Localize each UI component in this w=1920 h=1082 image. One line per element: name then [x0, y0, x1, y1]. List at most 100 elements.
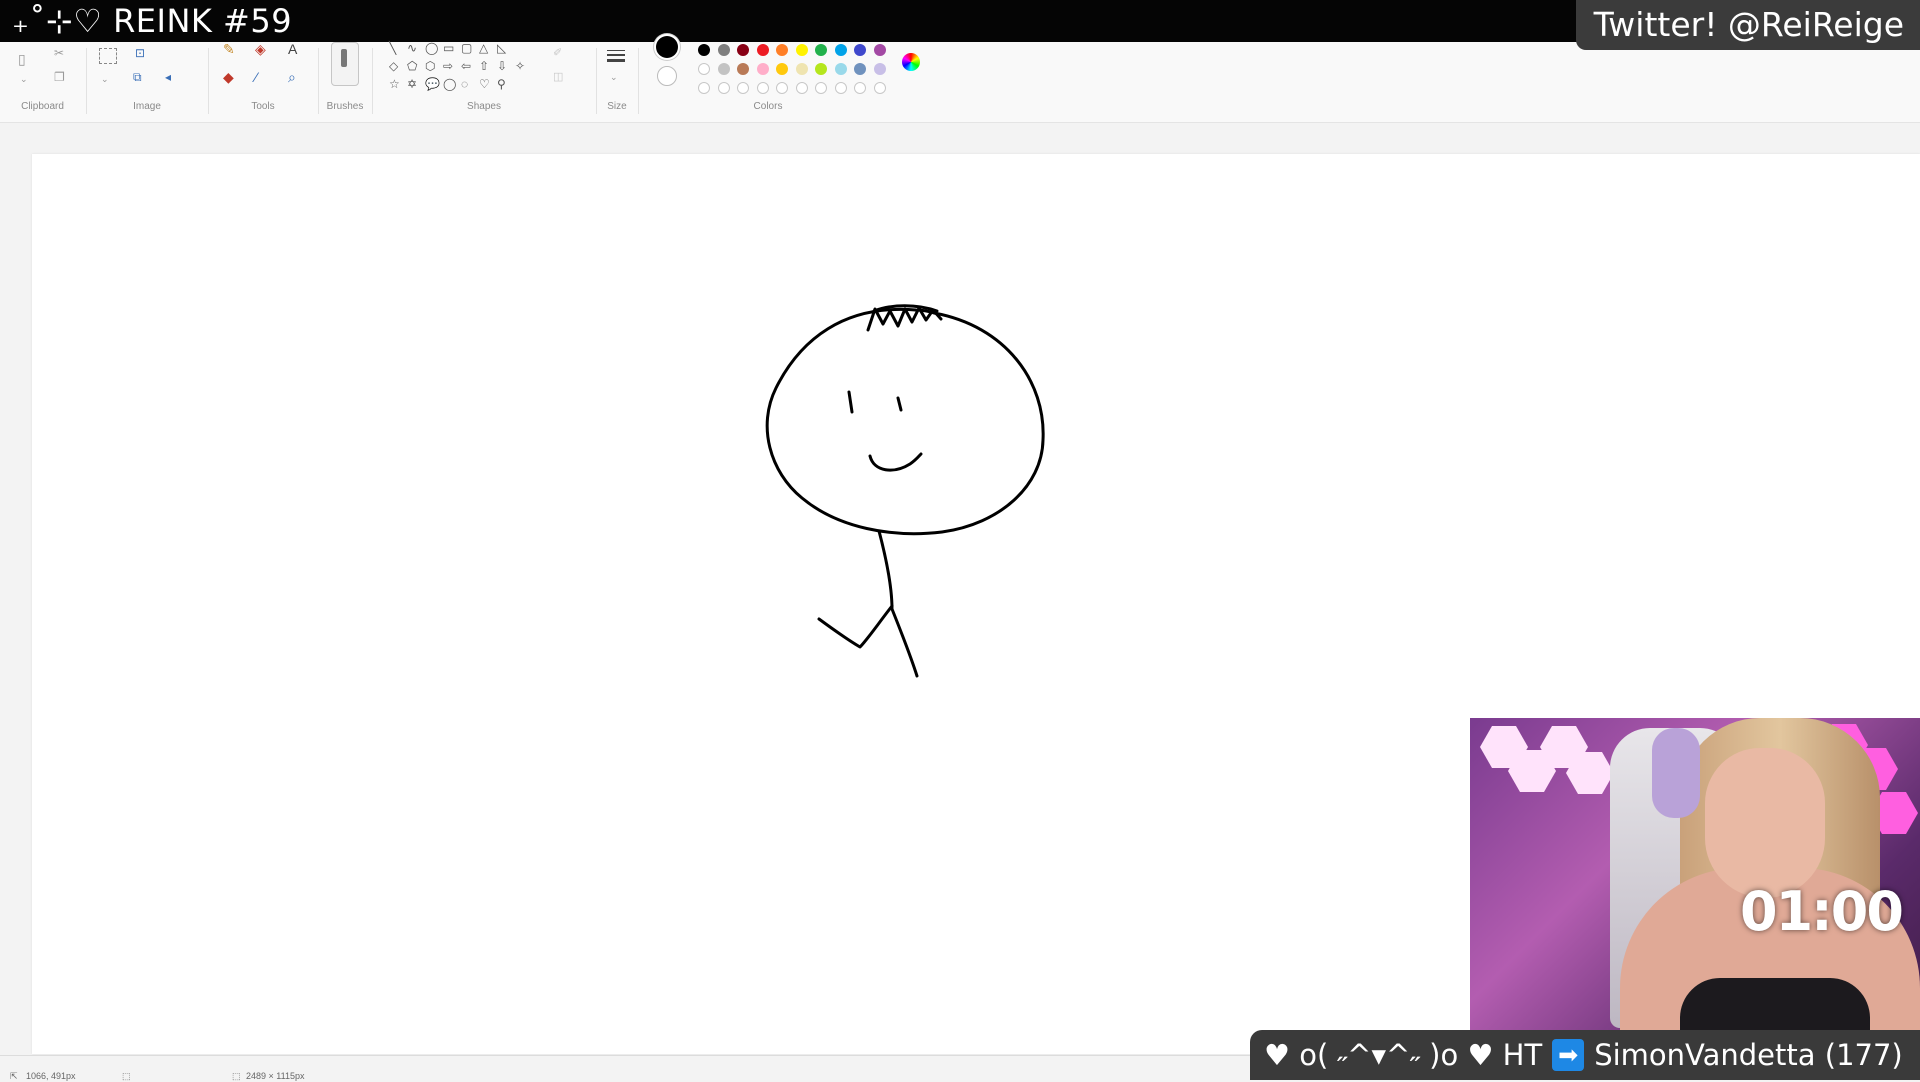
rotate-icon[interactable]: ◂ — [165, 70, 171, 84]
tools-group: ✎ ◈ A ◆ ⁄ ⌕ Tools — [209, 42, 317, 122]
color-swatch[interactable] — [854, 63, 866, 75]
shape-icon[interactable]: ⇦ — [461, 60, 471, 72]
edit-colors-icon[interactable] — [902, 53, 920, 71]
color-swatch[interactable] — [737, 63, 749, 75]
left-eye — [847, 390, 854, 414]
shape-icon[interactable]: ⇨ — [443, 60, 453, 72]
custom-color-slot[interactable] — [873, 82, 886, 94]
color-swatch[interactable] — [756, 63, 769, 75]
magnifier-icon[interactable]: ⌕ — [288, 70, 296, 84]
custom-color-slot[interactable] — [717, 82, 730, 94]
shape-icon[interactable]: ∿ — [407, 42, 417, 54]
shape-icon[interactable]: ╲ — [389, 42, 396, 54]
leg-left — [817, 604, 894, 649]
shape-icon[interactable]: ⇩ — [497, 60, 507, 72]
color-palette — [698, 42, 898, 94]
custom-color-slot[interactable] — [698, 82, 710, 94]
fill-style-icon[interactable]: ◫ — [553, 70, 563, 84]
shape-icon[interactable]: ⬡ — [425, 60, 435, 72]
follower-ticker: ♥ o( ˶^▾^˶ )o ♥ HT ➡ SimonVandetta (177) — [1250, 1030, 1920, 1080]
color-swatch[interactable] — [873, 63, 886, 75]
custom-color-slot[interactable] — [737, 82, 749, 94]
size-dropdown-icon[interactable]: ⌄ — [610, 70, 618, 84]
shape-icon[interactable]: ☆ — [389, 78, 400, 90]
colors-group: Colors — [639, 36, 939, 122]
color-swatch[interactable] — [795, 44, 808, 56]
shape-icon[interactable]: ✧ — [515, 60, 525, 72]
color-swatch[interactable] — [717, 63, 730, 75]
group-label-brushes: Brushes — [326, 101, 364, 112]
shape-icon[interactable]: ◯ — [443, 78, 456, 90]
shape-icon[interactable]: ▭ — [443, 42, 454, 54]
outline-icon[interactable]: ✐ — [553, 46, 562, 60]
color-swatch[interactable] — [776, 44, 788, 56]
clipboard-group: ▯ ✂ ❐ ⌄ Clipboard — [0, 42, 85, 122]
shape-icon[interactable]: ▢ — [461, 42, 472, 54]
shape-icon[interactable]: ⬠ — [407, 60, 417, 72]
color-swatch[interactable] — [834, 63, 847, 75]
brush-icon[interactable] — [331, 42, 359, 86]
custom-color-slot[interactable] — [854, 82, 866, 94]
color-swatch[interactable] — [737, 44, 749, 56]
color-swatch[interactable] — [717, 44, 730, 56]
head-outline — [765, 307, 1045, 536]
shapes-gallery[interactable]: ╲ ∿ ◯ ▭ ▢ △ ◺ ◇ ⬠ ⬡ ⇨ ⇦ ⇧ ⇩ ✧ ☆ ✡ 💬 ◯ ◌ ♡ ⚲ — [389, 42, 549, 90]
shape-icon[interactable]: ◌ — [461, 78, 468, 90]
resize-icon[interactable]: ⧉ — [133, 70, 142, 84]
color-swatch[interactable] — [698, 63, 710, 75]
primary-color[interactable] — [656, 36, 678, 58]
custom-color-slot[interactable] — [776, 82, 788, 94]
color-swatch[interactable] — [815, 44, 827, 56]
select-dropdown-icon[interactable]: ⌄ — [101, 72, 109, 86]
color-swatch[interactable] — [873, 44, 886, 56]
shape-icon[interactable]: ✡ — [407, 78, 417, 90]
canvas-size-icon: ⬚ — [232, 1071, 241, 1081]
select-icon[interactable] — [99, 48, 117, 64]
head-outline — [736, 304, 1042, 496]
brushes-group: Brushes — [319, 42, 371, 122]
color-swatch[interactable] — [776, 63, 788, 75]
color-picker-icon[interactable]: ⁄ — [255, 70, 257, 84]
paste-icon[interactable]: ▯ — [18, 52, 26, 66]
size-group: ⌄ Size — [597, 42, 637, 122]
secondary-color[interactable] — [657, 66, 677, 86]
shape-icon[interactable]: ♡ — [479, 78, 490, 90]
group-label-colors: Colors — [753, 101, 783, 112]
paste-dropdown-icon[interactable]: ⌄ — [20, 72, 28, 86]
selection-icon: ⬚ — [122, 1071, 131, 1081]
custom-color-slot[interactable] — [815, 82, 827, 94]
shape-icon[interactable]: △ — [479, 42, 488, 54]
eraser-icon[interactable]: ◆ — [223, 70, 234, 84]
stream-title: ₊˚⊹♡ REINK #59 — [12, 2, 293, 40]
shape-icon[interactable]: ⚲ — [497, 78, 506, 90]
color-swatch[interactable] — [795, 63, 808, 75]
group-label-clipboard: Clipboard — [21, 101, 64, 112]
right-eye — [896, 396, 903, 412]
fill-icon[interactable]: ◈ — [255, 42, 266, 56]
color-swatch[interactable] — [854, 44, 866, 56]
custom-color-slot[interactable] — [756, 82, 769, 94]
shape-icon[interactable]: ◺ — [497, 42, 506, 54]
twitter-handle: Twitter! @ReiReige — [1575, 0, 1920, 50]
webcam-overlay: 01:00 — [1470, 718, 1920, 1080]
text-icon[interactable]: A — [288, 42, 297, 56]
body-line — [877, 529, 919, 678]
paint-ribbon: ▯ ✂ ❐ ⌄ Clipboard ⌄ ⊡ ⧉ ◂ Image ✎ ◈ A ◆ … — [0, 36, 1920, 123]
color-swatch[interactable] — [834, 44, 847, 56]
color-swatch[interactable] — [815, 63, 827, 75]
custom-color-slot[interactable] — [834, 82, 847, 94]
crop-icon[interactable]: ⊡ — [135, 46, 145, 60]
shape-icon[interactable]: 💬 — [425, 78, 440, 90]
size-icon[interactable] — [607, 50, 625, 62]
color-swatch[interactable] — [756, 44, 769, 56]
shape-icon[interactable]: ⇧ — [479, 60, 489, 72]
color-swatch[interactable] — [698, 44, 710, 56]
custom-color-slot[interactable] — [795, 82, 808, 94]
cursor-position-icon: ⇱ — [10, 1071, 18, 1081]
copy-icon[interactable]: ❐ — [54, 70, 65, 84]
cut-icon[interactable]: ✂ — [54, 46, 64, 60]
shape-icon[interactable]: ◇ — [389, 60, 398, 72]
pencil-icon[interactable]: ✎ — [223, 42, 235, 56]
stream-timer: 01:00 — [1740, 880, 1904, 943]
shape-icon[interactable]: ◯ — [425, 42, 438, 54]
